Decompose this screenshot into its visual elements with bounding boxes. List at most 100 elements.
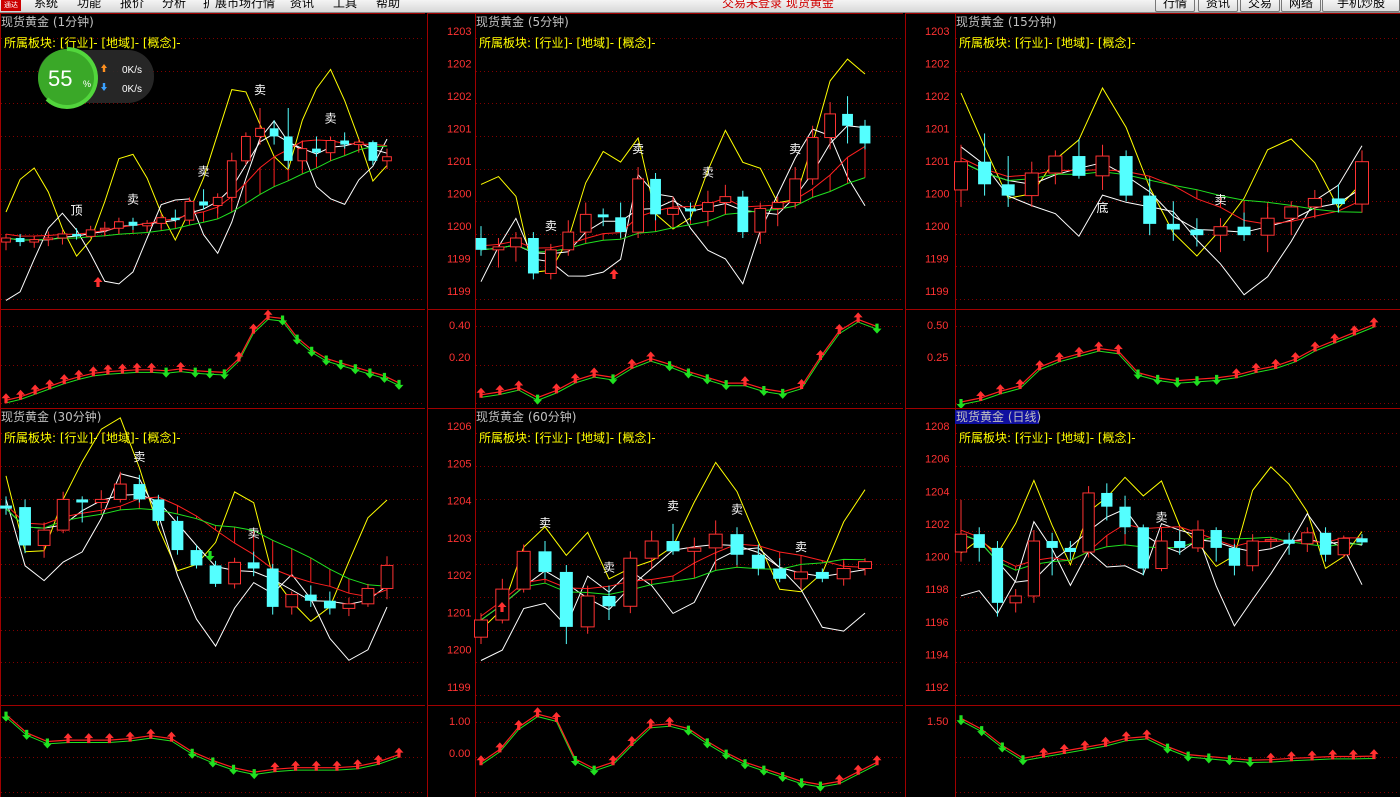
toolbar-button-4[interactable]: 手机炒股 — [1322, 0, 1400, 12]
up-arrow-icon — [834, 774, 844, 785]
up-arrow-icon — [1369, 749, 1379, 760]
candle-up — [1260, 217, 1275, 236]
down-arrow-icon — [815, 781, 825, 792]
toolbar-button-0[interactable]: 行情 — [1155, 0, 1195, 12]
signal-label: 卖 — [795, 540, 807, 554]
up-arrow-icon — [1121, 731, 1131, 742]
sector-info[interactable]: 所属板块: [行业]- [地域]- [概念]- — [959, 35, 1136, 50]
down-arrow-icon — [1245, 757, 1255, 768]
indicator-tick-label: 0.40 — [449, 320, 470, 332]
menu-bar: 通达 系统 功能 报价 分析 扩展市场行情 资讯 工具 帮助 交易未登录 现货黄金 行情 资讯 交易网… — [0, 0, 1400, 13]
price-tick-label: 1203 — [447, 533, 471, 545]
candle-down — [152, 499, 165, 521]
candle-down — [1228, 547, 1241, 566]
menu-item-1[interactable]: 功能 — [77, 0, 101, 10]
sector-info[interactable]: 所属板块: [行业]- [地域]- [概念]- — [479, 35, 656, 50]
candle-down — [128, 221, 138, 226]
candle-up — [858, 561, 872, 570]
indicator-arrows — [1, 711, 404, 780]
candle-down — [527, 238, 539, 274]
menu-item-3[interactable]: 分析 — [162, 0, 186, 10]
chart-panel-4[interactable]: 1206 1205 1204 1203 1202 1201 1200 1199 1.00 0.00… — [427, 408, 903, 797]
candle-up — [701, 202, 714, 212]
up-arrow-icon — [834, 323, 844, 334]
panel-title[interactable]: 现货黄金 (1分钟) — [1, 14, 94, 29]
candle-down — [991, 547, 1004, 603]
panel-title[interactable]: 现货黄金 (30分钟) — [1, 409, 101, 424]
candle-up — [1284, 206, 1299, 219]
up-arrow-icon — [1286, 751, 1296, 762]
candle-down — [72, 233, 81, 237]
up-arrow-icon — [88, 366, 98, 377]
chart-panel-3[interactable]: 卖卖现货黄金 (30分钟)所属板块: [行业]- [地域]- [概念]- — [0, 408, 425, 797]
price-tick-label: 1199 — [447, 682, 471, 694]
candle-up — [1355, 161, 1369, 205]
price-tick-label: 1199 — [925, 286, 949, 298]
toolbar-button-1[interactable]: 资讯 — [1198, 0, 1238, 12]
candle-down — [1046, 541, 1058, 548]
candle-up — [632, 178, 645, 233]
candle-down — [304, 594, 317, 601]
menu-item-7[interactable]: 帮助 — [376, 0, 400, 10]
price-tick-label: 1196 — [925, 617, 949, 629]
candle-down — [1143, 195, 1157, 224]
candle-down — [737, 196, 749, 233]
down-arrow-icon — [956, 715, 966, 726]
candle-up — [382, 156, 392, 162]
price-tick-label: 1200 — [925, 221, 949, 233]
menu-item-2[interactable]: 报价 — [120, 0, 144, 10]
menu-item-0[interactable]: 系统 — [34, 0, 58, 10]
chart-stage: 顶卖卖卖卖现货黄金 (1分钟)所属板块: [行业]- [地域]- [概念]-12… — [0, 13, 1400, 797]
price-tick-label: 1202 — [925, 91, 949, 103]
up-arrow-icon — [665, 716, 675, 727]
sector-info[interactable]: 所属板块: [行业]- [地域]- [概念]- — [959, 430, 1136, 445]
candle-up — [1337, 537, 1350, 556]
candle-up — [37, 529, 51, 546]
signal-label: 卖 — [1214, 193, 1226, 207]
price-tick-label: 1203 — [447, 26, 471, 38]
indicator-red-line — [960, 323, 1375, 403]
candle-up — [1, 237, 11, 243]
toolbar-button-3[interactable]: 网络 — [1281, 0, 1321, 12]
signal-label: 卖 — [539, 516, 551, 530]
panel-title[interactable]: 现货黄金 (日线) — [956, 409, 1041, 424]
chart-panel-2[interactable]: 1203 1202 1202 1201 1201 1200 1200 1199 1199 0.50… — [905, 13, 1400, 409]
menu-item-5[interactable]: 资讯 — [290, 0, 314, 10]
down-arrow-icon — [22, 729, 32, 740]
candle-up — [579, 213, 592, 233]
candle-down — [650, 178, 661, 215]
chart-panel-5[interactable]: 1208 1206 1204 1202 1200 1198 1196 1194 1192 1.50… — [905, 408, 1400, 797]
up-arrow-icon — [514, 720, 524, 730]
down-arrow-icon — [1212, 374, 1222, 385]
sector-info[interactable]: 所属板块: [行业]- [地域]- [概念]- — [4, 35, 181, 50]
up-arrow-icon — [132, 362, 142, 373]
menu-item-6[interactable]: 工具 — [333, 0, 357, 10]
toolbar-button-2[interactable]: 交易 — [1240, 0, 1280, 12]
signal-label: 底 — [1097, 200, 1109, 215]
sector-info[interactable]: 所属板块: [行业]- [地域]- [概念]- — [4, 430, 181, 445]
candle-down — [19, 507, 31, 546]
sector-info[interactable]: 所属板块: [行业]- [地域]- [概念]- — [479, 430, 656, 445]
panel-title[interactable]: 现货黄金 (60分钟) — [476, 409, 576, 424]
candle-down — [597, 214, 609, 218]
ma-green-line — [5, 145, 388, 241]
down-arrow-icon — [1224, 755, 1234, 766]
price-tick-label: 1198 — [925, 584, 949, 596]
candles — [0, 471, 394, 617]
candles — [1, 108, 392, 251]
candle-up — [824, 113, 837, 139]
price-tick-label: 1201 — [925, 156, 949, 168]
panel-title[interactable]: 现货黄金 (15分钟) — [956, 14, 1056, 29]
download-speed: 0K/s — [122, 84, 142, 95]
price-tick-label: 1201 — [447, 124, 471, 136]
candle-down — [266, 568, 279, 607]
candle-up — [1264, 539, 1278, 542]
menu-item-4[interactable]: 扩展市场行情 — [203, 0, 275, 10]
candle-up — [1024, 172, 1039, 197]
signal-label: 卖 — [789, 142, 801, 156]
price-tick-label: 1200 — [925, 552, 949, 564]
panel-title[interactable]: 现货黄金 (5分钟) — [476, 14, 569, 29]
indicator-red-line — [5, 714, 400, 773]
network-speed-widget[interactable]: 55 % 0K/s 0K/s — [38, 47, 154, 109]
chart-panel-1[interactable]: 1203 1202 1202 1201 1201 1200 1200 1199 1199 0.40… — [427, 13, 903, 408]
